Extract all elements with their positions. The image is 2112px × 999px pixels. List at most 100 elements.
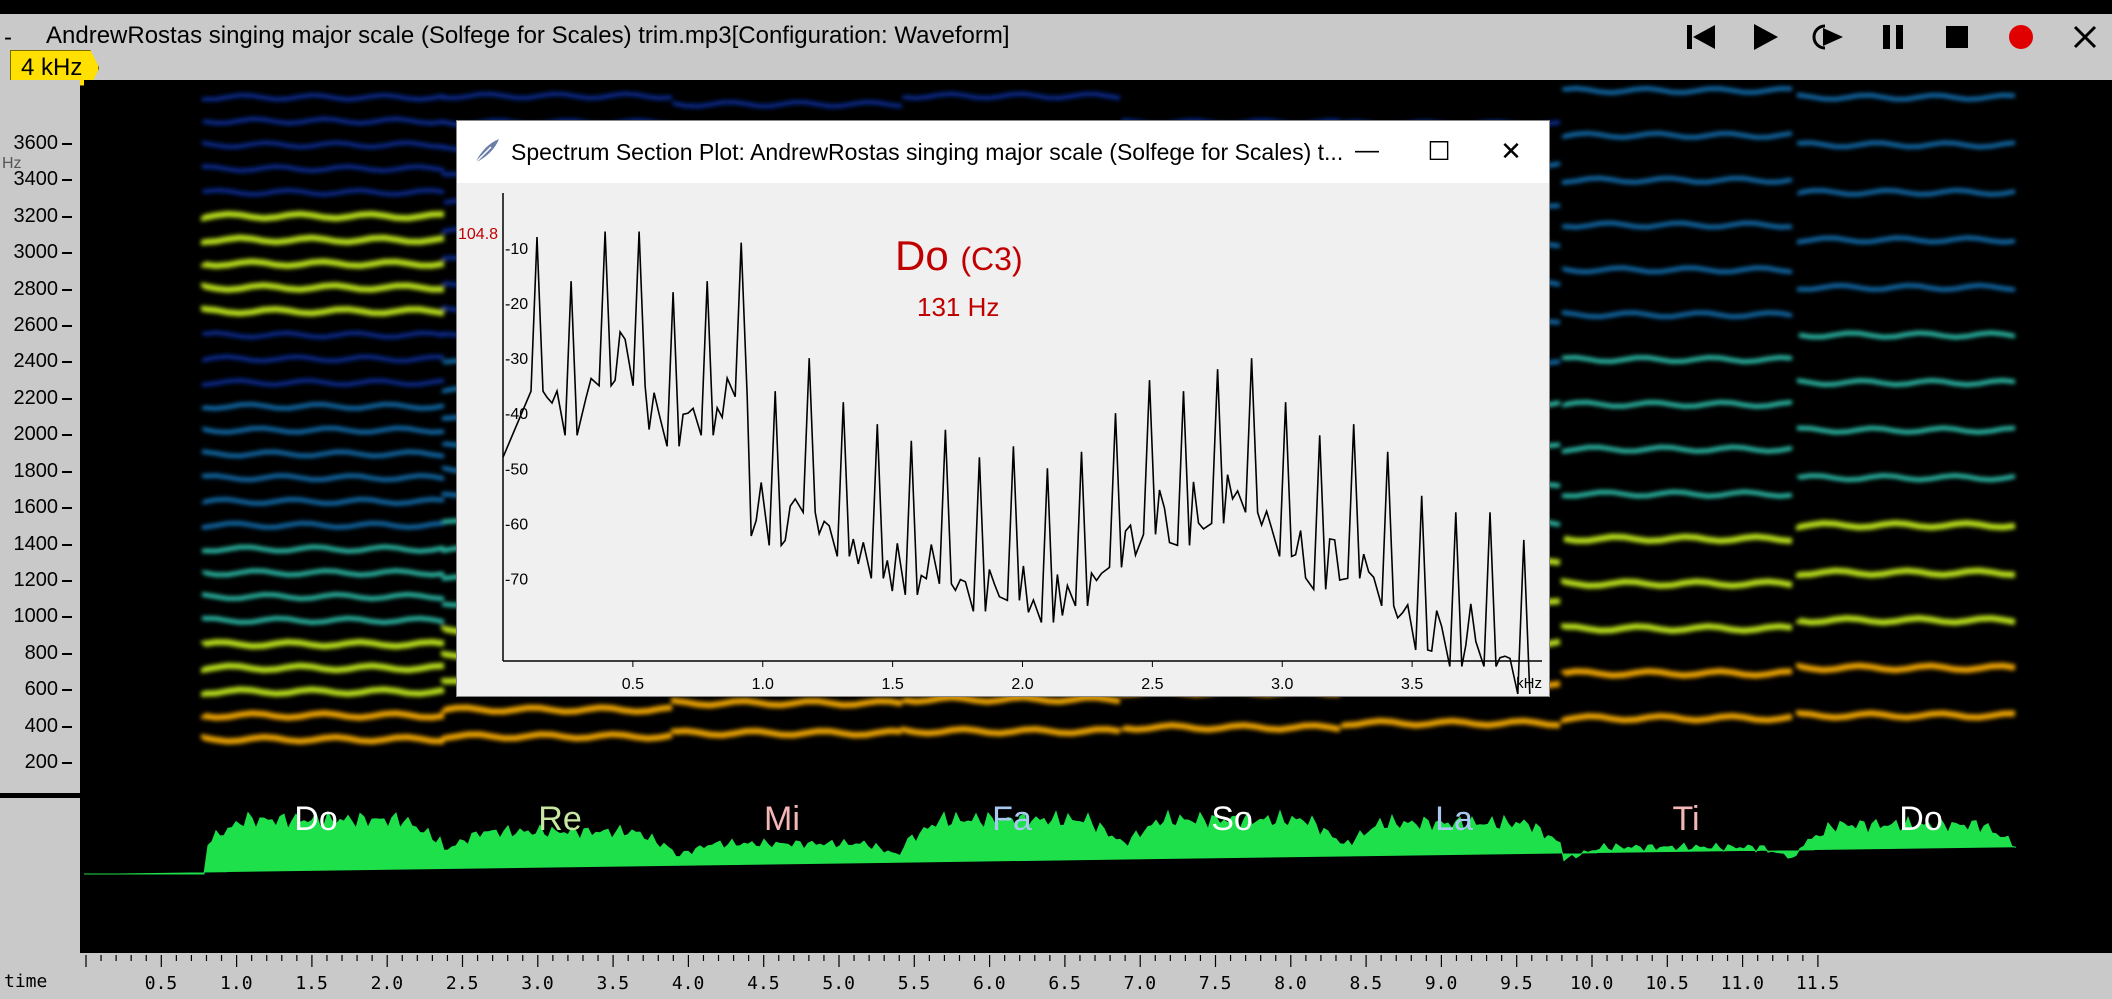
maximize-button[interactable]: ☐ [1409,129,1469,173]
feather-icon [474,139,499,164]
frequency-tick-label: 1000 [13,605,59,628]
syllable-label: Fa [992,800,1032,838]
pause-icon[interactable] [1874,18,1912,56]
stop-icon[interactable] [1938,18,1976,56]
time-tick-label: 2.5 [445,973,479,994]
time-tick-label: 5.5 [897,973,931,994]
x-tick-label: 0.5 [622,676,644,693]
harmonic-band [1796,519,2016,531]
x-tick-label: 2.5 [1141,676,1163,693]
spectrum-section-dialog[interactable]: Spectrum Section Plot: AndrewRostas sing… [456,120,1550,697]
loop-play-icon[interactable] [1810,18,1848,56]
x-tick-label: 2.0 [1011,676,1033,693]
time-tick-label: 3.0 [521,973,554,994]
frequency-tick [62,325,72,328]
time-tick-label: 3.5 [596,973,630,994]
waveform[interactable] [84,798,2112,953]
harmonic-band [441,704,673,715]
time-tick-label: 8.5 [1349,973,1383,994]
harmonic-band [202,93,445,102]
skip-to-start-icon[interactable] [1682,18,1720,56]
harmonic-band [201,662,445,674]
harmonic-band [671,697,903,709]
time-ruler[interactable]: time 0.5 1.0 1.5 2.0 2.5 3.0 3.5 4.0 4.5 5.0 5.5 6.… [0,953,2112,999]
frequency-tick [62,252,72,255]
time-tick-label: 6.0 [973,973,1006,994]
harmonic-band [201,710,445,721]
harmonic-band [672,100,903,109]
minimize-icon: — [1355,137,1379,164]
harmonic-band [1562,489,1793,499]
harmonic-band [1561,712,1793,724]
harmonic-band [1797,188,2016,197]
title-bar: - AndrewRostas singing major scale (Solf… [0,0,2112,80]
frequency-tick [62,361,72,364]
harmonic-band [202,354,445,363]
syllable-label: La [1435,800,1473,838]
dialog-title-bar[interactable]: Spectrum Section Plot: AndrewRostas sing… [457,121,1549,183]
harmonic-band [902,91,1121,101]
frequency-tick [62,725,72,728]
frequency-tick-label: 2200 [13,386,59,409]
frequency-tick-label: 200 [24,751,58,773]
frequency-tick [62,397,72,400]
harmonic-band [1562,176,1793,185]
harmonic-band [201,638,445,650]
harmonic-band [1341,717,1561,729]
frequency-tick-label: 2600 [13,314,59,337]
x-tick-label: 3.5 [1401,676,1423,693]
frequency-tick [62,543,72,546]
harmonic-band [1561,578,1793,589]
harmonic-band [1562,400,1793,409]
harmonic-band [1562,444,1793,454]
harmonic-band [671,727,903,739]
harmonic-band [1561,623,1793,634]
time-tick-label: 0.5 [144,973,178,994]
time-tick-label: 11.5 [1795,973,1840,994]
harmonic-band [1797,92,2016,102]
frequency-tick-label: 1400 [13,532,59,555]
y-tick-label: -60 [505,516,528,533]
minimize-button[interactable]: — [1337,129,1397,173]
harmonic-band [1797,235,2016,245]
close-button[interactable]: ✕ [1481,129,1541,173]
frequency-tick-label: 1200 [13,568,59,591]
frequency-tick [62,507,72,510]
frequency-tick-label: 2800 [13,277,59,300]
harmonic-band [202,116,445,126]
harmonic-band [1798,330,2016,340]
harmonic-band [201,282,445,293]
waveform-axis [0,798,80,953]
time-tick-label: 9.5 [1500,973,1533,994]
harmonic-band [1797,140,2016,150]
x-tick-label: 1.0 [752,676,774,693]
time-tick-label: 2.0 [370,973,404,994]
frequency-tick-label: 1600 [13,496,59,519]
harmonic-band [901,694,1121,705]
frequency-tick-label: 1800 [13,459,59,482]
frequency-tick [62,215,72,218]
harmonic-band [441,731,673,742]
menu-strip [0,0,2112,14]
close-icon: ✕ [1500,135,1522,166]
harmonic-band [901,725,1121,737]
time-tick-label: 7.0 [1123,973,1157,994]
time-tick-label: 8.0 [1274,973,1307,994]
frequency-tick-label: 3400 [13,168,59,191]
harmonic-band [1797,425,2016,435]
frequency-tick-label: 3200 [13,204,59,227]
time-tick-label: 1.5 [295,973,328,994]
harmonic-band [1121,722,1341,733]
record-icon[interactable] [2002,18,2040,56]
harmonic-band [202,616,445,625]
time-tick-label: 1.0 [220,973,253,994]
harmonic-band [201,733,445,745]
frequency-axis: Hz 3600 3400 3200 3000 2800 2600 2400 2200 2000 1… [0,80,80,793]
harmonic-band [1796,662,2016,674]
close-icon[interactable] [2066,18,2104,56]
syllable-label: Re [538,800,582,838]
play-icon[interactable] [1746,18,1784,56]
time-tick-label: 4.0 [671,973,705,994]
harmonic-band [1562,131,1793,140]
title-dash: - [4,24,12,51]
